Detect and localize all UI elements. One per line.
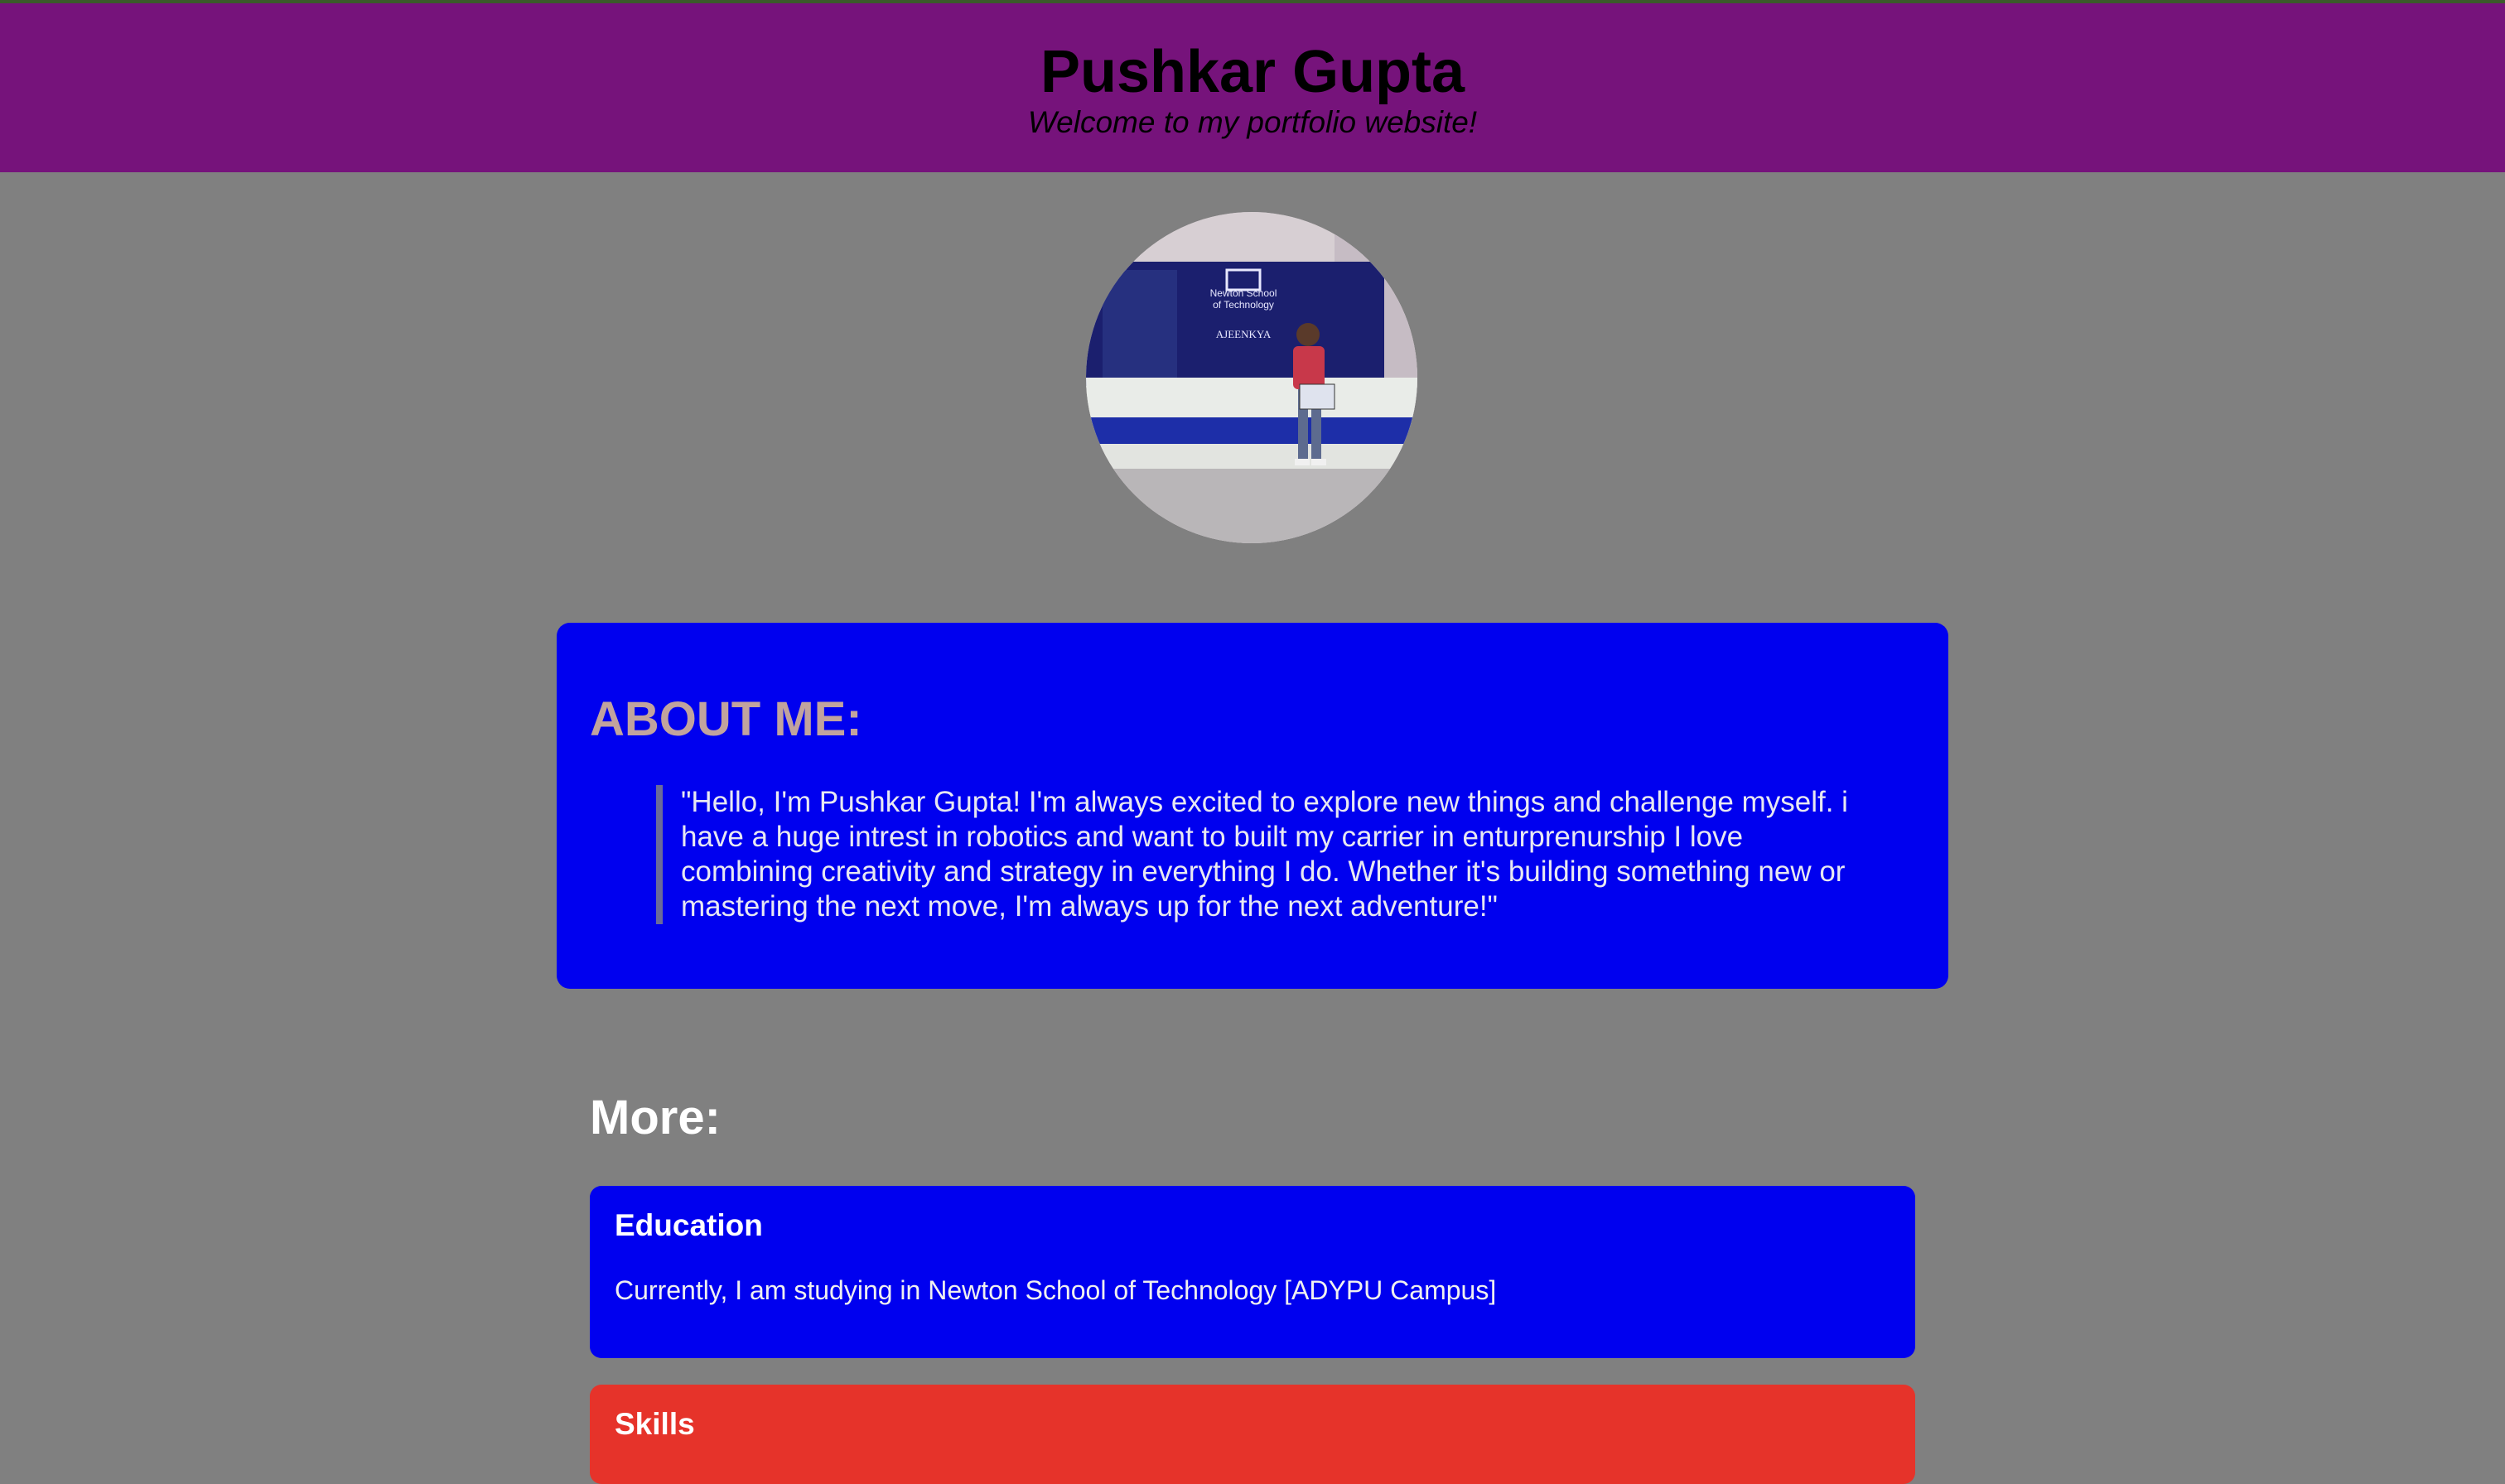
svg-text:of Technology: of Technology — [1213, 299, 1274, 311]
skills-card: Skills — [590, 1385, 1915, 1484]
about-quote: "Hello, I'm Pushkar Gupta! I'm always ex… — [656, 785, 1865, 924]
more-heading: More: — [590, 1091, 721, 1144]
education-card-text: Currently, I am studying in Newton Schoo… — [615, 1275, 1497, 1305]
site-tagline: Welcome to my portfolio website! — [1027, 105, 1478, 139]
education-card: Education Currently, I am studying in Ne… — [590, 1186, 1915, 1358]
profile-photo: Newton School of Technology AJEENKYA — [1086, 212, 1417, 543]
skills-card-title: Skills — [615, 1407, 695, 1441]
about-heading: ABOUT ME: — [590, 692, 862, 746]
svg-text:AJEENKYA: AJEENKYA — [1216, 328, 1272, 340]
site-header: Pushkar Gupta Welcome to my portfolio we… — [0, 3, 2505, 172]
education-card-title: Education — [615, 1208, 763, 1242]
site-title: Pushkar Gupta — [1040, 39, 1465, 105]
about-section: ABOUT ME: "Hello, I'm Pushkar Gupta! I'm… — [557, 623, 1948, 989]
